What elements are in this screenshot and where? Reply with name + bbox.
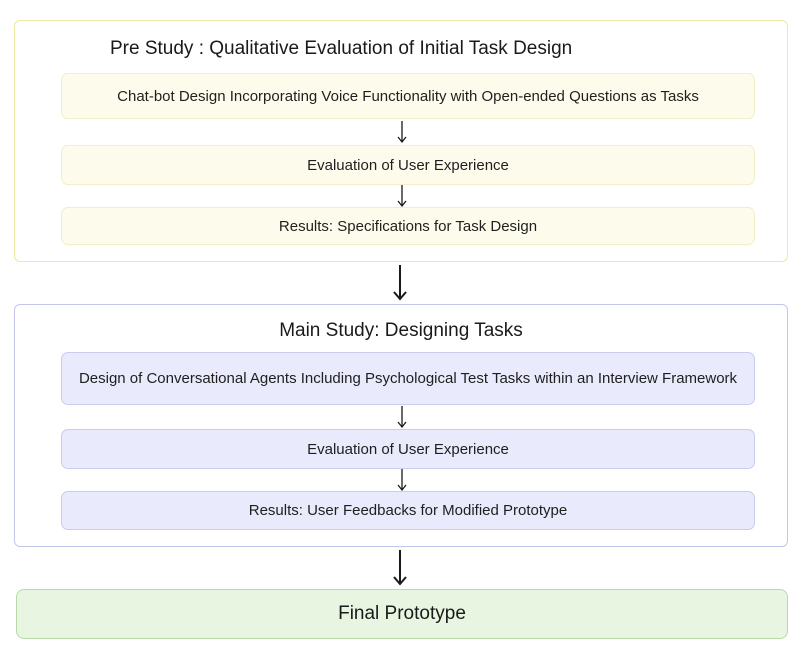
pre-step-label: Evaluation of User Experience — [307, 156, 509, 174]
final-prototype-label: Final Prototype — [338, 603, 466, 624]
arrow-down-icon — [396, 120, 408, 144]
arrow-down-icon — [390, 549, 410, 587]
arrow-down-icon — [396, 405, 408, 429]
main-study-panel: Main Study: Designing Tasks Design of Co… — [14, 304, 788, 547]
main-step-agent-design: Design of Conversational Agents Includin… — [61, 352, 755, 405]
pre-step-evaluation: Evaluation of User Experience — [61, 145, 755, 185]
arrow-down-icon — [396, 184, 408, 208]
main-step-label: Evaluation of User Experience — [307, 440, 509, 458]
pre-step-results: Results: Specifications for Task Design — [61, 207, 755, 245]
pre-step-label: Chat-bot Design Incorporating Voice Func… — [117, 87, 699, 105]
main-step-label: Results: User Feedbacks for Modified Pro… — [248, 502, 568, 519]
pre-step-label: Results: Specifications for Task Design — [278, 217, 538, 235]
arrow-down-icon — [390, 264, 410, 302]
pre-study-panel: Pre Study : Qualitative Evaluation of In… — [14, 20, 788, 262]
main-step-results: Results: User Feedbacks for Modified Pro… — [61, 491, 755, 530]
main-step-label: Design of Conversational Agents Includin… — [78, 370, 738, 387]
pre-study-title: Pre Study : Qualitative Evaluation of In… — [110, 38, 573, 59]
main-step-evaluation: Evaluation of User Experience — [61, 429, 755, 469]
main-study-title: Main Study: Designing Tasks — [279, 320, 523, 341]
pre-step-chatbot-design: Chat-bot Design Incorporating Voice Func… — [61, 73, 755, 119]
arrow-down-icon — [396, 468, 408, 492]
final-prototype-box: Final Prototype — [16, 589, 788, 639]
